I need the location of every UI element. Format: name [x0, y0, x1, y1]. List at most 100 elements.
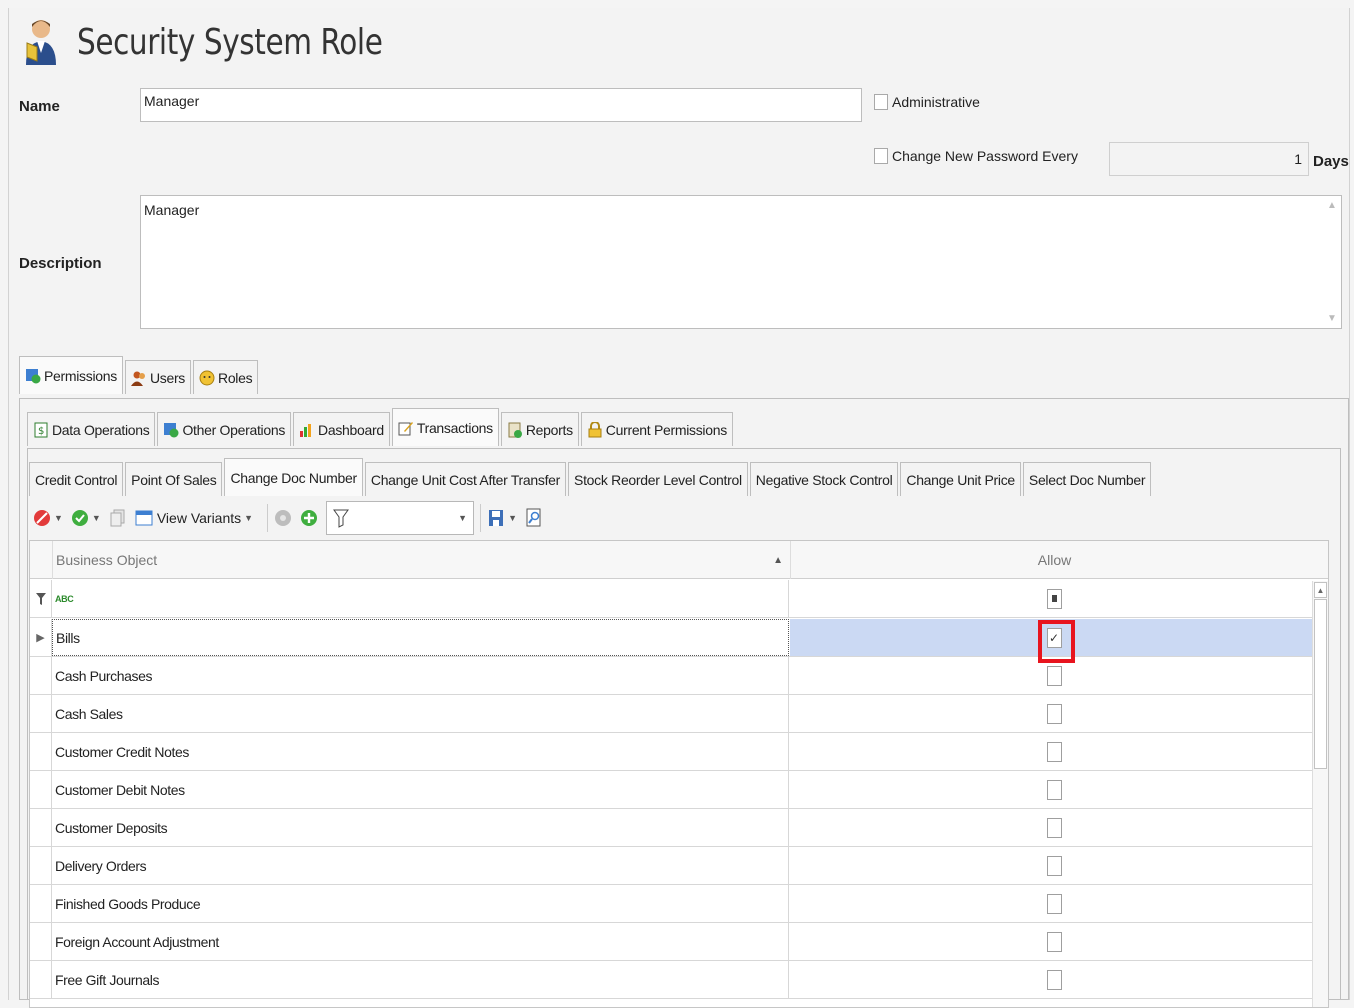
allow-checkbox[interactable] [1046, 893, 1062, 914]
tab-stock-reorder-level-control[interactable]: Stock Reorder Level Control [568, 462, 748, 496]
business-object-cell[interactable]: Finished Goods Produce [52, 885, 789, 922]
chevron-down-icon[interactable]: ▼ [54, 513, 63, 523]
tab-data-operations[interactable]: $ Data Operations [27, 412, 156, 446]
business-object-cell[interactable]: Cash Purchases [52, 657, 789, 694]
filter-row[interactable]: ABC [30, 580, 1318, 618]
description-textarea[interactable]: Manager ▲ ▼ [140, 195, 1342, 329]
business-object-cell[interactable]: Foreign Account Adjustment [52, 923, 789, 960]
text-filter-icon: ABC [55, 593, 74, 604]
view-variants-button[interactable]: View Variants ▼ [135, 509, 253, 527]
copy-button[interactable] [109, 509, 127, 527]
column-allow[interactable]: Allow [790, 541, 1318, 579]
tab-change-doc-number[interactable]: Change Doc Number [224, 458, 363, 496]
tab-roles[interactable]: Roles [193, 360, 259, 394]
allow-cell[interactable] [790, 961, 1318, 998]
scroll-down-icon[interactable]: ▼ [1327, 313, 1337, 324]
tab-dashboard[interactable]: Dashboard [293, 412, 390, 446]
add-button[interactable] [300, 509, 318, 527]
chevron-down-icon[interactable]: ▼ [92, 513, 101, 523]
filter-allow-cell[interactable] [790, 580, 1318, 617]
table-row[interactable]: Customer Credit Notes [30, 733, 1318, 771]
chevron-down-icon[interactable]: ▼ [458, 513, 467, 523]
allow-checkbox[interactable] [1046, 779, 1062, 800]
tab-change-unit-price[interactable]: Change Unit Price [900, 462, 1021, 496]
column-business-object-label: Business Object [56, 552, 158, 568]
business-object-cell[interactable]: Free Gift Journals [52, 961, 789, 998]
allow-checkbox[interactable] [1046, 741, 1062, 762]
tab-point-of-sales-label: Point Of Sales [131, 471, 217, 488]
name-input[interactable]: Manager [140, 88, 862, 122]
allow-checkbox[interactable] [1046, 855, 1062, 876]
page-header: Security System Role [23, 14, 450, 70]
allow-checkbox[interactable] [1046, 703, 1062, 724]
tab-change-unit-cost-after-transfer[interactable]: Change Unit Cost After Transfer [364, 462, 567, 496]
business-object-cell[interactable]: Delivery Orders [52, 847, 789, 884]
filter-allow-checkbox[interactable] [1046, 588, 1062, 609]
tab-users[interactable]: Users [124, 360, 192, 394]
scroll-up-icon[interactable]: ▲ [1327, 200, 1337, 211]
change-password-checkbox[interactable]: Change New Password Every [874, 148, 1078, 164]
chevron-down-icon[interactable]: ▼ [508, 513, 517, 523]
business-object-cell[interactable]: Bills [52, 619, 789, 656]
table-row[interactable]: Finished Goods Produce [30, 885, 1318, 923]
table-row[interactable]: Delivery Orders [30, 847, 1318, 885]
main-tabbar: Permissions Users Roles [19, 356, 260, 394]
filter-combo[interactable]: ▼ [326, 501, 475, 535]
allow-checkbox[interactable] [1046, 969, 1062, 990]
tab-select-doc-number[interactable]: Select Doc Number [1022, 462, 1152, 496]
prev-button[interactable] [274, 509, 292, 527]
allow-button[interactable]: ▼ [71, 509, 101, 527]
filter-business-object-cell[interactable]: ABC [52, 580, 789, 617]
scroll-up-icon[interactable]: ▲ [1314, 582, 1327, 598]
scroll-thumb[interactable] [1314, 599, 1327, 769]
tab-point-of-sales[interactable]: Point Of Sales [125, 462, 223, 496]
table-row[interactable]: Foreign Account Adjustment [30, 923, 1318, 961]
column-business-object[interactable]: Business Object ▲ [52, 541, 789, 579]
table-row[interactable]: ▶ Bills ✓ [30, 619, 1318, 657]
business-object-cell[interactable]: Customer Deposits [52, 809, 789, 846]
table-row[interactable]: Customer Deposits [30, 809, 1318, 847]
allow-cell[interactable] [790, 847, 1318, 884]
disabled-circle-icon [275, 510, 292, 526]
allow-cell[interactable] [790, 771, 1318, 808]
allow-checkbox[interactable] [1046, 817, 1062, 838]
allow-cell[interactable] [790, 695, 1318, 732]
allow-checkbox[interactable] [1046, 931, 1062, 952]
table-row[interactable]: Customer Debit Notes [30, 771, 1318, 809]
table-row[interactable]: Cash Sales [30, 695, 1318, 733]
preview-button[interactable] [525, 508, 543, 528]
tab-transactions[interactable]: Transactions [391, 408, 499, 446]
administrative-checkbox[interactable]: Administrative [874, 94, 980, 110]
allow-checkbox[interactable] [1046, 665, 1062, 686]
password-days-input[interactable]: 1 [1109, 142, 1309, 176]
administrative-check-box[interactable] [874, 94, 888, 110]
change-password-check-box[interactable] [874, 148, 888, 164]
allow-cell[interactable] [790, 885, 1318, 922]
grid-scrollbar[interactable]: ▲ [1312, 581, 1328, 1007]
tab-change-unit-price-label: Change Unit Price [906, 471, 1015, 488]
table-row[interactable]: Cash Purchases [30, 657, 1318, 695]
tab-permissions[interactable]: Permissions [19, 356, 123, 394]
tab-reports-label: Reports [525, 421, 573, 438]
tab-current-permissions[interactable]: Current Permissions [580, 412, 733, 446]
table-row[interactable]: Free Gift Journals [30, 961, 1318, 999]
business-object-cell[interactable]: Customer Debit Notes [52, 771, 789, 808]
deny-button[interactable]: ▼ [33, 509, 63, 527]
password-days-value: 1 [1294, 151, 1302, 167]
row-indicator [30, 809, 52, 846]
business-object-cell[interactable]: Cash Sales [52, 695, 789, 732]
row-indicator [30, 847, 52, 884]
description-scrollbar[interactable]: ▲ ▼ [1325, 200, 1339, 324]
allow-cell[interactable] [790, 923, 1318, 960]
save-layout-button[interactable]: ▼ [487, 509, 517, 527]
tab-other-operations[interactable]: Other Operations [157, 412, 292, 446]
tab-credit-control[interactable]: Credit Control [29, 462, 124, 496]
chevron-down-icon[interactable]: ▼ [244, 513, 253, 523]
filter-icon [333, 509, 350, 528]
allow-cell[interactable] [790, 809, 1318, 846]
tab-reports[interactable]: Reports [500, 412, 579, 446]
tab-negative-stock-control[interactable]: Negative Stock Control [749, 462, 899, 496]
allow-cell[interactable] [790, 733, 1318, 770]
business-object-cell[interactable]: Customer Credit Notes [52, 733, 789, 770]
tab-permissions-label: Permissions [44, 367, 117, 384]
